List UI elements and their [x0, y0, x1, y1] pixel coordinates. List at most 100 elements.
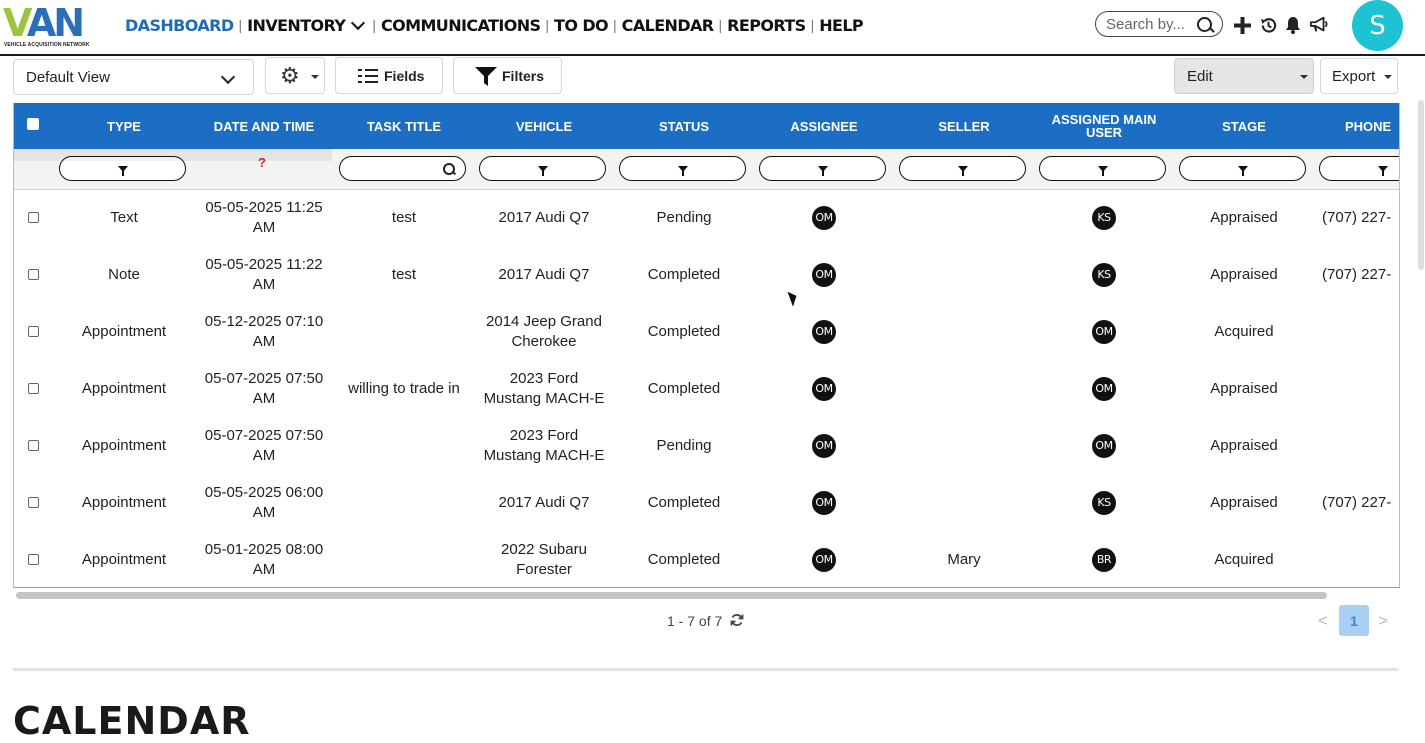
cell-type: Appointment — [54, 475, 194, 531]
filter-icon — [1378, 166, 1388, 176]
select-all-checkbox[interactable] — [27, 118, 39, 130]
column-header-date[interactable]: DATE AND TIME — [194, 103, 334, 149]
chevron-down-icon[interactable] — [351, 15, 366, 31]
cell-phone[interactable] — [1314, 361, 1399, 417]
settings-dropdown-button[interactable]: ⚙ — [265, 57, 325, 94]
column-header-stage[interactable]: STAGE — [1174, 103, 1314, 149]
phone-filter[interactable] — [1319, 156, 1399, 181]
nav-todo[interactable]: TO DO — [554, 16, 609, 35]
cell-vehicle[interactable]: 2023 Ford Mustang MACH-E — [474, 418, 614, 474]
cell-text: AM — [252, 447, 276, 464]
refresh-icon[interactable] — [730, 613, 744, 630]
columns-icon — [358, 69, 378, 83]
assignee-filter[interactable] — [759, 156, 886, 181]
calendar-section-title: CALENDAR — [13, 699, 251, 743]
nav-calendar[interactable]: CALENDAR — [622, 16, 714, 35]
column-header-vehicle[interactable]: VEHICLE — [474, 103, 614, 149]
search-input[interactable] — [1106, 16, 1198, 33]
cell-task-title — [334, 304, 474, 360]
table-row[interactable]: Appointment 05-12-2025 07:10 AM 2014 Jeep… — [14, 304, 1399, 362]
plus-icon[interactable] — [1232, 14, 1252, 36]
task-title-search[interactable] — [339, 156, 466, 181]
table-row[interactable]: Appointment 05-07-2025 07:50 AM 2023 Ford… — [14, 418, 1399, 476]
logo-wordmark: VAN — [3, 1, 85, 45]
edit-dropdown[interactable]: Edit — [1174, 58, 1314, 94]
main-user-filter[interactable] — [1039, 156, 1166, 181]
cell-phone[interactable]: (707) 227- — [1314, 190, 1399, 246]
cell-date: 05-07-2025 07:50 AM — [194, 361, 334, 417]
cell-phone[interactable]: (707) 227- — [1314, 247, 1399, 303]
cell-text: Appraised — [1210, 209, 1278, 226]
search-icon[interactable] — [1197, 17, 1212, 32]
filters-button[interactable]: Filters — [453, 57, 562, 94]
row-checkbox[interactable] — [28, 212, 39, 223]
cell-phone[interactable]: (707) 227- — [1314, 475, 1399, 531]
export-dropdown[interactable]: Export — [1320, 58, 1398, 94]
table-row[interactable]: Appointment 05-05-2025 06:00 AM 2017 Audi… — [14, 475, 1399, 533]
cell-vehicle[interactable]: 2014 Jeep Grand Cherokee — [474, 304, 614, 360]
row-checkbox[interactable] — [28, 326, 39, 337]
scrollbar-thumb[interactable] — [16, 592, 1327, 599]
row-checkbox[interactable] — [28, 383, 39, 394]
cell-vehicle[interactable]: 2022 Subaru Forester — [474, 532, 614, 587]
nav-inventory[interactable]: INVENTORY — [247, 16, 346, 35]
row-checkbox[interactable] — [28, 497, 39, 508]
column-header-assignee[interactable]: ASSIGNEE — [754, 103, 894, 149]
row-checkbox[interactable] — [28, 440, 39, 451]
nav-dashboard[interactable]: DASHBOARD — [125, 16, 234, 35]
cell-text: 2023 Ford — [509, 427, 579, 444]
column-header-seller[interactable]: SELLER — [894, 103, 1034, 149]
column-header-assigned-main-user[interactable]: ASSIGNED MAIN USER — [1034, 103, 1174, 149]
pager-current-page[interactable]: 1 — [1339, 605, 1369, 636]
horizontal-scrollbar[interactable] — [15, 591, 1398, 601]
cell-text: test — [391, 209, 417, 226]
cell-vehicle[interactable]: 2017 Audi Q7 — [474, 190, 614, 246]
pager-prev-button[interactable]: < — [1318, 611, 1328, 631]
vertical-scrollbar[interactable] — [1418, 100, 1424, 270]
cell-vehicle[interactable]: 2023 Ford Mustang MACH-E — [474, 361, 614, 417]
cell-phone[interactable] — [1314, 418, 1399, 474]
column-header-status[interactable]: STATUS — [614, 103, 754, 149]
cell-vehicle[interactable]: 2017 Audi Q7 — [474, 475, 614, 531]
cell-seller — [894, 247, 1034, 303]
history-icon[interactable] — [1258, 14, 1278, 36]
status-filter[interactable] — [619, 156, 746, 181]
cell-text: AM — [252, 390, 276, 407]
table-row[interactable]: Text 05-05-2025 11:25 AM test 2017 Audi Q… — [14, 190, 1399, 248]
row-checkbox[interactable] — [28, 554, 39, 565]
table-row[interactable]: Appointment 05-07-2025 07:50 AM willing t… — [14, 361, 1399, 419]
nav-separator: | — [545, 17, 550, 33]
cell-text: (707) 227- — [1322, 494, 1392, 511]
megaphone-icon[interactable] — [1309, 14, 1329, 36]
cell-vehicle[interactable]: 2017 Audi Q7 — [474, 247, 614, 303]
cell-date: 05-01-2025 08:00 AM — [194, 532, 334, 587]
cell-phone[interactable] — [1314, 304, 1399, 360]
global-search — [1095, 11, 1223, 37]
view-select[interactable]: Default View — [13, 59, 254, 95]
nav-communications[interactable]: COMMUNICATIONS — [381, 16, 541, 35]
bell-icon[interactable] — [1283, 14, 1303, 36]
seller-filter[interactable] — [899, 156, 1026, 181]
cell-phone[interactable] — [1314, 532, 1399, 587]
column-header-task-title[interactable]: TASK TITLE — [334, 103, 474, 149]
table-row[interactable]: Note 05-05-2025 11:22 AM test 2017 Audi Q… — [14, 247, 1399, 305]
van-logo[interactable]: VAN VEHICLE ACQUISITION NETWORK — [3, 1, 107, 48]
column-header-type[interactable]: TYPE — [54, 103, 194, 149]
nav-help[interactable]: HELP — [819, 16, 863, 35]
nav-reports[interactable]: REPORTS — [727, 16, 806, 35]
search-icon — [443, 163, 455, 175]
vehicle-filter[interactable] — [479, 156, 606, 181]
cell-text: Completed — [647, 551, 721, 568]
cell-text: 2022 Subaru — [501, 541, 587, 558]
fields-button[interactable]: Fields — [335, 57, 443, 94]
logo-tagline: VEHICLE ACQUISITION NETWORK — [4, 42, 90, 48]
stage-filter[interactable] — [1179, 156, 1306, 181]
cell-text: Pending — [656, 437, 712, 454]
main-user-avatar: KS — [1092, 491, 1116, 515]
row-checkbox[interactable] — [28, 269, 39, 280]
tasks-grid: TYPE DATE AND TIME TASK TITLE VEHICLE ST… — [13, 103, 1400, 588]
table-row[interactable]: Appointment 05-01-2025 08:00 AM 2022 Suba… — [14, 532, 1399, 587]
column-header-phone[interactable]: PHONE — [1314, 103, 1399, 149]
user-avatar[interactable]: S — [1352, 0, 1403, 51]
pager-next-button[interactable]: > — [1378, 611, 1388, 631]
